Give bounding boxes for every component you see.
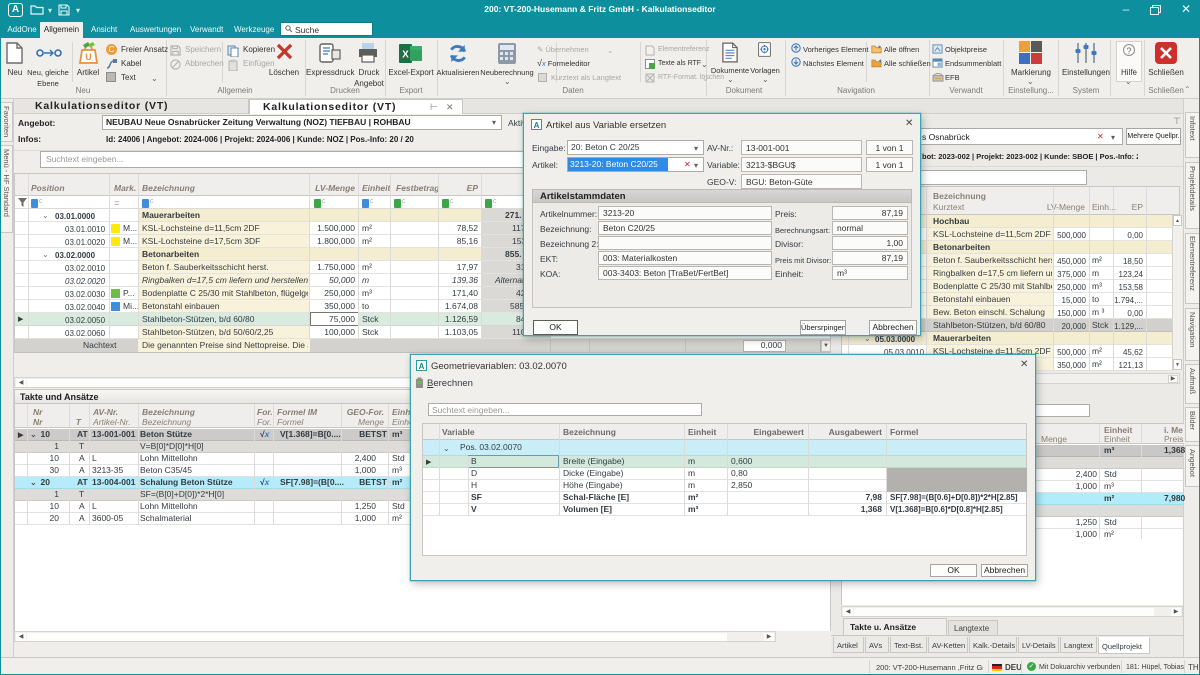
svg-text:U: U — [85, 52, 92, 62]
svg-text:X: X — [402, 50, 409, 61]
